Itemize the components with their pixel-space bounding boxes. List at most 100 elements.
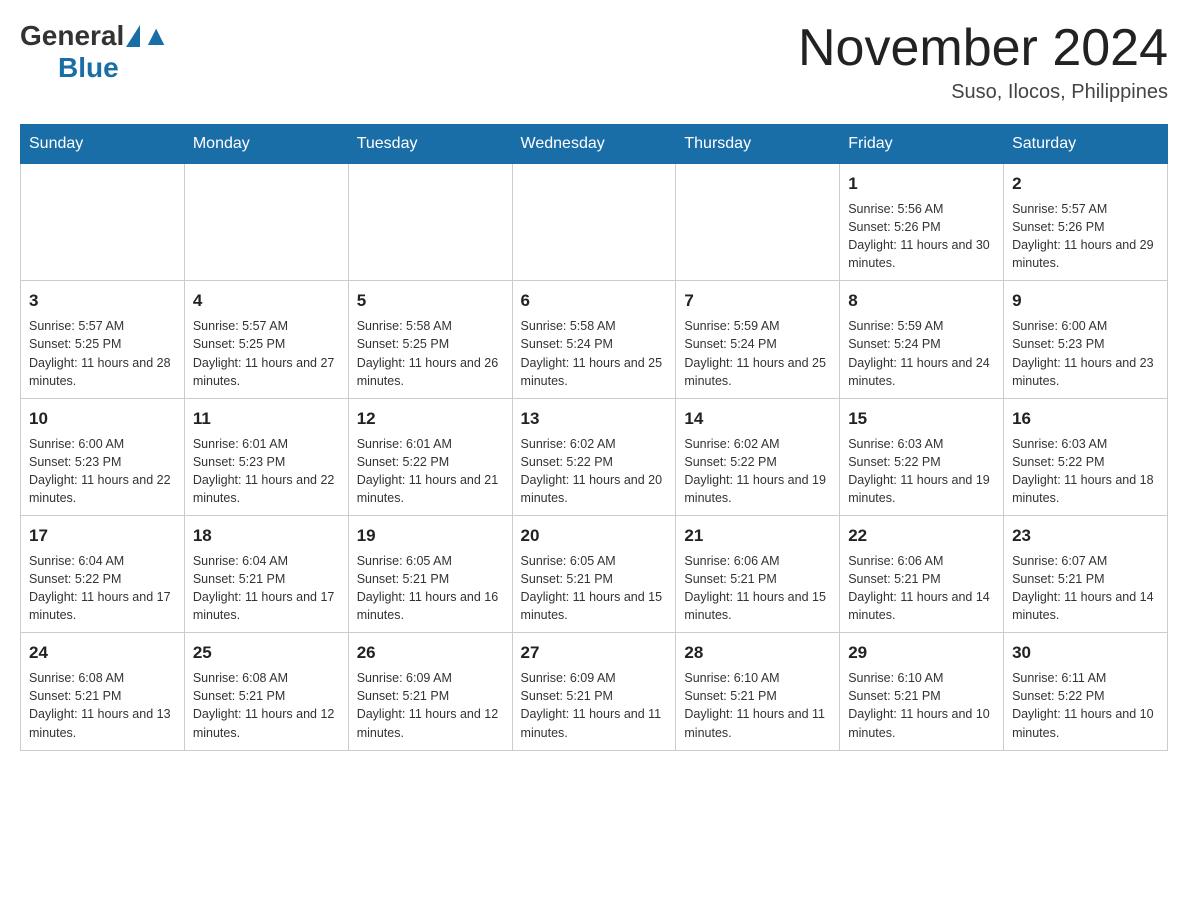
day-cell: 1 Sunrise: 5:56 AMSunset: 5:26 PMDaylight…	[840, 164, 1004, 281]
day-number: 5	[357, 289, 504, 313]
day-cell: 14 Sunrise: 6:02 AMSunset: 5:22 PMDayligh…	[676, 398, 840, 515]
header-monday: Monday	[184, 125, 348, 164]
title-area: November 2024 Suso, Ilocos, Philippines	[798, 20, 1168, 104]
day-cell: 22 Sunrise: 6:06 AMSunset: 5:21 PMDayligh…	[840, 516, 1004, 633]
day-cell: 24Sunrise: 6:08 AMSunset: 5:21 PMDayligh…	[21, 633, 185, 750]
month-title: November 2024	[798, 20, 1168, 77]
day-cell: 12 Sunrise: 6:01 AMSunset: 5:22 PMDayligh…	[348, 398, 512, 515]
day-number: 1	[848, 172, 995, 196]
day-cell: 20 Sunrise: 6:05 AMSunset: 5:21 PMDayligh…	[512, 516, 676, 633]
page-header: General ▲ Blue November 2024 Suso, Iloco…	[20, 20, 1168, 104]
day-number: 28	[684, 641, 831, 665]
day-cell: 2Sunrise: 5:57 AMSunset: 5:26 PMDaylight…	[1004, 164, 1168, 281]
day-info: Sunrise: 5:57 AMSunset: 5:26 PMDaylight:…	[1012, 200, 1159, 273]
day-info: Sunrise: 5:58 AMSunset: 5:25 PMDaylight:…	[357, 317, 504, 390]
day-info: Sunrise: 6:02 AMSunset: 5:22 PMDaylight:…	[521, 435, 668, 508]
day-info: Sunrise: 6:01 AMSunset: 5:23 PMDaylight:…	[193, 435, 340, 508]
day-cell	[21, 164, 185, 281]
header-tuesday: Tuesday	[348, 125, 512, 164]
day-info: Sunrise: 6:10 AMSunset: 5:21 PMDaylight:…	[848, 669, 995, 742]
location-text: Suso, Ilocos, Philippines	[798, 81, 1168, 104]
day-cell: 26 Sunrise: 6:09 AMSunset: 5:21 PMDayligh…	[348, 633, 512, 750]
day-info: Sunrise: 5:57 AMSunset: 5:25 PMDaylight:…	[193, 317, 340, 390]
day-number: 24	[29, 641, 176, 665]
day-info: Sunrise: 6:10 AMSunset: 5:21 PMDaylight:…	[684, 669, 831, 742]
day-cell	[348, 164, 512, 281]
day-info: Sunrise: 5:56 AMSunset: 5:26 PMDaylight:…	[848, 200, 995, 273]
logo-triangle-icon	[126, 25, 140, 47]
day-cell: 28 Sunrise: 6:10 AMSunset: 5:21 PMDayligh…	[676, 633, 840, 750]
day-info: Sunrise: 5:58 AMSunset: 5:24 PMDaylight:…	[521, 317, 668, 390]
day-cell: 5 Sunrise: 5:58 AMSunset: 5:25 PMDaylight…	[348, 281, 512, 398]
day-info: Sunrise: 6:02 AMSunset: 5:22 PMDaylight:…	[684, 435, 831, 508]
day-cell: 27 Sunrise: 6:09 AMSunset: 5:21 PMDayligh…	[512, 633, 676, 750]
day-cell: 23 Sunrise: 6:07 AMSunset: 5:21 PMDayligh…	[1004, 516, 1168, 633]
day-info: Sunrise: 6:07 AMSunset: 5:21 PMDaylight:…	[1012, 552, 1159, 625]
day-number: 11	[193, 407, 340, 431]
day-number: 14	[684, 407, 831, 431]
weekday-header-row: Sunday Monday Tuesday Wednesday Thursday…	[21, 125, 1168, 164]
day-info: Sunrise: 6:05 AMSunset: 5:21 PMDaylight:…	[521, 552, 668, 625]
day-number: 26	[357, 641, 504, 665]
week-row-5: 24Sunrise: 6:08 AMSunset: 5:21 PMDayligh…	[21, 633, 1168, 750]
day-number: 17	[29, 524, 176, 548]
day-cell: 15 Sunrise: 6:03 AMSunset: 5:22 PMDayligh…	[840, 398, 1004, 515]
calendar-table: Sunday Monday Tuesday Wednesday Thursday…	[20, 124, 1168, 750]
day-cell: 16 Sunrise: 6:03 AMSunset: 5:22 PMDayligh…	[1004, 398, 1168, 515]
day-number: 18	[193, 524, 340, 548]
day-cell: 6 Sunrise: 5:58 AMSunset: 5:24 PMDaylight…	[512, 281, 676, 398]
logo-blue-text: ▲	[142, 20, 170, 52]
day-cell: 10Sunrise: 6:00 AMSunset: 5:23 PMDayligh…	[21, 398, 185, 515]
day-cell: 25Sunrise: 6:08 AMSunset: 5:21 PMDayligh…	[184, 633, 348, 750]
day-number: 15	[848, 407, 995, 431]
day-info: Sunrise: 6:04 AMSunset: 5:22 PMDaylight:…	[29, 552, 176, 625]
day-cell: 4 Sunrise: 5:57 AMSunset: 5:25 PMDaylight…	[184, 281, 348, 398]
day-cell: 30 Sunrise: 6:11 AMSunset: 5:22 PMDayligh…	[1004, 633, 1168, 750]
day-number: 16	[1012, 407, 1159, 431]
day-number: 12	[357, 407, 504, 431]
day-info: Sunrise: 6:01 AMSunset: 5:22 PMDaylight:…	[357, 435, 504, 508]
day-number: 10	[29, 407, 176, 431]
header-wednesday: Wednesday	[512, 125, 676, 164]
day-info: Sunrise: 6:06 AMSunset: 5:21 PMDaylight:…	[848, 552, 995, 625]
day-info: Sunrise: 6:00 AMSunset: 5:23 PMDaylight:…	[1012, 317, 1159, 390]
header-sunday: Sunday	[21, 125, 185, 164]
day-number: 23	[1012, 524, 1159, 548]
day-number: 22	[848, 524, 995, 548]
day-number: 30	[1012, 641, 1159, 665]
day-number: 20	[521, 524, 668, 548]
logo-general-text: General	[20, 20, 124, 52]
day-cell: 11 Sunrise: 6:01 AMSunset: 5:23 PMDayligh…	[184, 398, 348, 515]
day-info: Sunrise: 6:06 AMSunset: 5:21 PMDaylight:…	[684, 552, 831, 625]
day-info: Sunrise: 6:09 AMSunset: 5:21 PMDaylight:…	[357, 669, 504, 742]
day-number: 27	[521, 641, 668, 665]
day-cell: 29 Sunrise: 6:10 AMSunset: 5:21 PMDayligh…	[840, 633, 1004, 750]
day-info: Sunrise: 6:03 AMSunset: 5:22 PMDaylight:…	[1012, 435, 1159, 508]
day-cell: 3Sunrise: 5:57 AMSunset: 5:25 PMDaylight…	[21, 281, 185, 398]
week-row-3: 10Sunrise: 6:00 AMSunset: 5:23 PMDayligh…	[21, 398, 1168, 515]
day-cell: 17 Sunrise: 6:04 AMSunset: 5:22 PMDayligh…	[21, 516, 185, 633]
day-cell: 7 Sunrise: 5:59 AMSunset: 5:24 PMDaylight…	[676, 281, 840, 398]
day-info: Sunrise: 5:59 AMSunset: 5:24 PMDaylight:…	[848, 317, 995, 390]
day-cell: 9 Sunrise: 6:00 AMSunset: 5:23 PMDaylight…	[1004, 281, 1168, 398]
day-number: 21	[684, 524, 831, 548]
day-info: Sunrise: 6:09 AMSunset: 5:21 PMDaylight:…	[521, 669, 668, 742]
day-number: 13	[521, 407, 668, 431]
day-number: 4	[193, 289, 340, 313]
header-friday: Friday	[840, 125, 1004, 164]
day-number: 9	[1012, 289, 1159, 313]
week-row-2: 3Sunrise: 5:57 AMSunset: 5:25 PMDaylight…	[21, 281, 1168, 398]
day-number: 8	[848, 289, 995, 313]
day-info: Sunrise: 6:05 AMSunset: 5:21 PMDaylight:…	[357, 552, 504, 625]
day-cell: 8 Sunrise: 5:59 AMSunset: 5:24 PMDaylight…	[840, 281, 1004, 398]
week-row-1: 1 Sunrise: 5:56 AMSunset: 5:26 PMDaylight…	[21, 164, 1168, 281]
week-row-4: 17 Sunrise: 6:04 AMSunset: 5:22 PMDayligh…	[21, 516, 1168, 633]
day-number: 6	[521, 289, 668, 313]
day-info: Sunrise: 6:11 AMSunset: 5:22 PMDaylight:…	[1012, 669, 1159, 742]
header-saturday: Saturday	[1004, 125, 1168, 164]
day-info: Sunrise: 6:03 AMSunset: 5:22 PMDaylight:…	[848, 435, 995, 508]
day-info: Sunrise: 5:59 AMSunset: 5:24 PMDaylight:…	[684, 317, 831, 390]
day-number: 7	[684, 289, 831, 313]
day-number: 29	[848, 641, 995, 665]
day-cell: 18Sunrise: 6:04 AMSunset: 5:21 PMDayligh…	[184, 516, 348, 633]
